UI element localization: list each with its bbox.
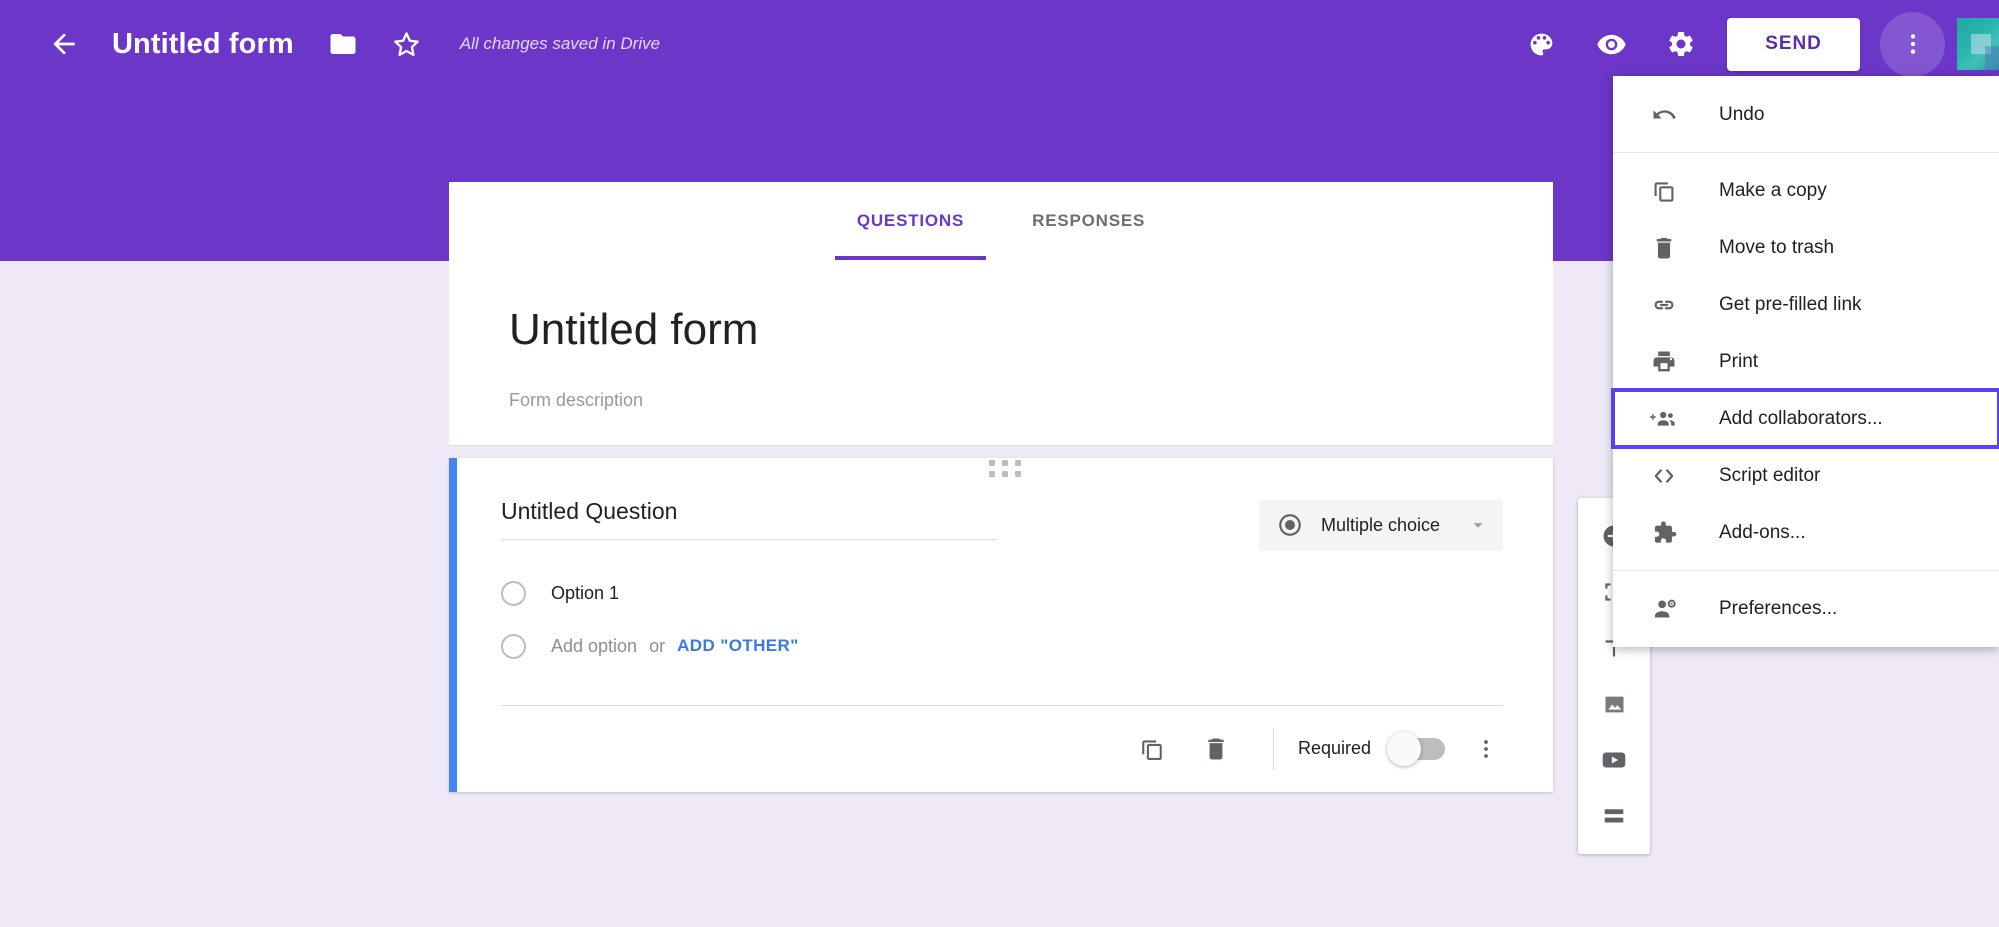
menu-item-label: Add-ons... — [1719, 521, 1806, 543]
add-collaborators-icon — [1649, 404, 1679, 434]
person-gear-preferences-icon — [1649, 594, 1679, 624]
radio-unselected-icon — [501, 580, 526, 606]
menu-item-add-collaborators[interactable]: Add collaborators... — [1611, 388, 1999, 449]
menu-item-move-to-trash[interactable]: Move to trash — [1613, 219, 1999, 276]
save-status-text: All changes saved in Drive — [459, 34, 661, 53]
add-image-icon[interactable] — [1586, 676, 1642, 732]
option-row: Option 1 — [457, 580, 1553, 606]
send-button[interactable]: SEND — [1727, 17, 1860, 71]
undo-icon — [1649, 100, 1679, 130]
tab-questions[interactable]: QUESTIONS — [823, 182, 998, 260]
or-label: or — [649, 635, 666, 656]
page-title[interactable]: Untitled form — [112, 28, 294, 61]
radio-selected-icon — [1277, 512, 1303, 538]
trash-icon — [1649, 233, 1679, 263]
menu-item-undo[interactable]: Undo — [1613, 86, 1999, 143]
menu-item-label: Add collaborators... — [1719, 407, 1883, 429]
question-card: Untitled Question Multiple choice Option… — [449, 457, 1553, 792]
gear-settings-icon[interactable] — [1657, 20, 1705, 68]
puzzle-addons-icon — [1649, 518, 1679, 548]
question-title-column: Untitled Question — [501, 498, 997, 540]
add-option-button[interactable]: Add option — [551, 636, 637, 657]
duplicate-icon[interactable] — [1129, 726, 1175, 772]
menu-item-label: Make a copy — [1719, 179, 1827, 201]
star-outline-icon[interactable] — [390, 27, 424, 61]
question-type-label: Multiple choice — [1321, 514, 1441, 535]
menu-item-make-a-copy[interactable]: Make a copy — [1613, 162, 1999, 219]
menu-item-label: Move to trash — [1719, 236, 1835, 258]
form-header-card: Untitled form Form description — [449, 260, 1553, 446]
palette-icon[interactable] — [1517, 20, 1565, 68]
trash-delete-icon[interactable] — [1193, 726, 1239, 772]
top-bar-actions: SEND — [1517, 0, 1999, 88]
back-arrow-icon[interactable] — [44, 24, 84, 64]
tab-responses[interactable]: RESPONSES — [998, 182, 1179, 260]
divider — [1272, 727, 1274, 770]
question-more-options-icon[interactable] — [1463, 726, 1509, 772]
question-type-select[interactable]: Multiple choice — [1259, 499, 1503, 551]
link-icon — [1649, 290, 1679, 320]
form-description-input[interactable]: Form description — [509, 390, 1493, 411]
avatar[interactable] — [1957, 18, 1999, 70]
print-icon — [1649, 347, 1679, 377]
radio-unselected-icon — [501, 633, 526, 659]
eye-preview-icon[interactable] — [1587, 20, 1635, 68]
menu-item-preferences[interactable]: Preferences... — [1613, 580, 1999, 637]
add-other-button[interactable]: ADD "OTHER" — [677, 636, 799, 656]
add-video-icon[interactable] — [1586, 732, 1642, 788]
menu-item-label: Get pre-filled link — [1719, 293, 1862, 315]
menu-item-label: Script editor — [1719, 464, 1821, 486]
top-app-bar: Untitled form All changes saved in Drive — [0, 0, 1999, 88]
drag-handle-dots-icon[interactable] — [988, 458, 1022, 480]
code-brackets-icon — [1649, 461, 1679, 491]
toggle-knob — [1387, 731, 1421, 766]
question-top-row: Untitled Question Multiple choice — [457, 480, 1553, 551]
more-options-button[interactable] — [1880, 11, 1945, 77]
menu-item-print[interactable]: Print — [1613, 333, 1999, 390]
menu-separator — [1613, 570, 1999, 571]
add-option-row: Add option or ADD "OTHER" — [457, 633, 1553, 659]
menu-item-get-pre-filled-link[interactable]: Get pre-filled link — [1613, 276, 1999, 333]
copy-icon — [1649, 176, 1679, 206]
required-toggle[interactable] — [1387, 731, 1445, 766]
question-title-input[interactable]: Untitled Question — [501, 498, 997, 539]
menu-item-label: Undo — [1719, 103, 1765, 125]
tab-bar: QUESTIONS RESPONSES — [449, 182, 1553, 260]
menu-item-label: Print — [1719, 350, 1759, 372]
question-title-underline — [501, 538, 997, 540]
google-forms-editor: Untitled form All changes saved in Drive — [0, 0, 1999, 927]
question-actions-bar: Required — [457, 706, 1553, 792]
option-label[interactable]: Option 1 — [551, 583, 619, 604]
folder-icon[interactable] — [326, 27, 360, 61]
menu-separator — [1613, 152, 1999, 153]
required-label: Required — [1297, 738, 1371, 759]
add-section-icon[interactable] — [1586, 788, 1642, 844]
menu-item-label: Preferences... — [1719, 597, 1838, 619]
menu-item-add-ons[interactable]: Add-ons... — [1613, 504, 1999, 561]
chevron-down-icon — [1467, 514, 1489, 536]
form-title-input[interactable]: Untitled form — [509, 304, 1493, 356]
menu-item-script-editor[interactable]: Script editor — [1613, 447, 1999, 504]
form-editor-body: QUESTIONS RESPONSES Untitled form Form d… — [449, 182, 1553, 792]
more-options-menu: Undo Make a copy Move to trash Get pre-f… — [1611, 76, 1999, 647]
